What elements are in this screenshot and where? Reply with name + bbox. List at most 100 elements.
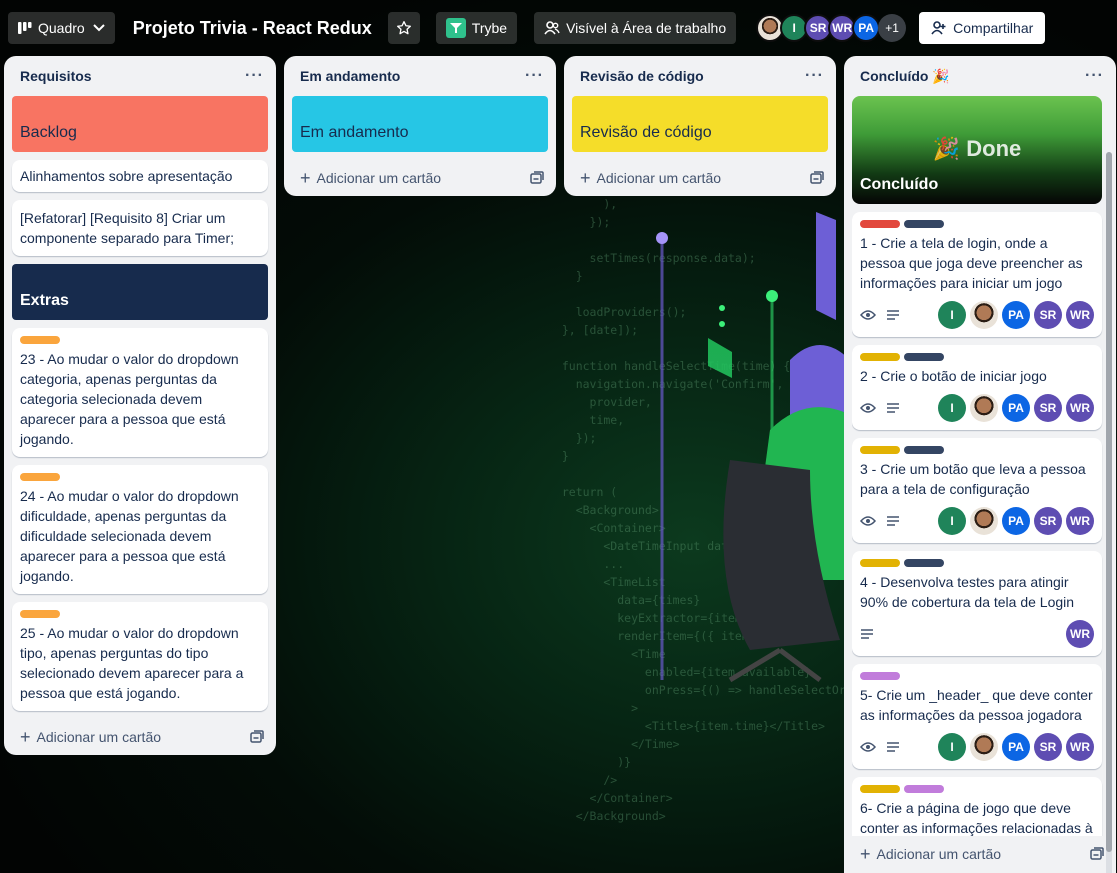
label-yellow[interactable] bbox=[860, 353, 900, 361]
card[interactable]: 5- Crie um _header_ que deve conter as i… bbox=[852, 664, 1102, 769]
label-navy[interactable] bbox=[904, 353, 944, 361]
member-avatar[interactable] bbox=[970, 507, 998, 535]
card[interactable]: 24 - Ao mudar o valor do dropdown dificu… bbox=[12, 465, 268, 594]
list-title[interactable]: Concluído 🎉 bbox=[860, 68, 950, 85]
member-avatar[interactable] bbox=[970, 733, 998, 761]
member-avatar[interactable] bbox=[970, 394, 998, 422]
card[interactable]: 25 - Ao mudar o valor do dropdown tipo, … bbox=[12, 602, 268, 711]
label-yellow[interactable] bbox=[860, 559, 900, 567]
label-orange[interactable] bbox=[20, 336, 60, 344]
list-menu-icon[interactable]: ··· bbox=[525, 67, 544, 85]
add-card-button[interactable]: + Adicionar um cartão bbox=[852, 836, 1108, 872]
member-avatar[interactable] bbox=[970, 301, 998, 329]
card[interactable]: 6- Crie a página de jogo que deve conter… bbox=[852, 777, 1102, 836]
more-members-button[interactable]: +1 bbox=[878, 14, 907, 42]
member-avatar[interactable]: PA bbox=[1002, 507, 1030, 535]
description-icon bbox=[886, 309, 900, 321]
card[interactable]: Alinhamentos sobre apresentação bbox=[12, 160, 268, 192]
card-template-icon[interactable] bbox=[810, 171, 824, 185]
chevron-down-icon bbox=[92, 24, 105, 32]
card-title: 25 - Ao mudar o valor do dropdown tipo, … bbox=[20, 625, 244, 701]
label-purple[interactable] bbox=[860, 672, 900, 680]
member-avatar[interactable]: I bbox=[938, 301, 966, 329]
member-avatar[interactable]: PA bbox=[1002, 394, 1030, 422]
star-board-button[interactable] bbox=[387, 12, 420, 44]
label-yellow[interactable] bbox=[860, 446, 900, 454]
card-title: Backlog bbox=[20, 124, 77, 141]
member-avatar[interactable]: I bbox=[938, 394, 966, 422]
workspace-label: Trybe bbox=[471, 20, 508, 36]
eye-icon bbox=[860, 741, 876, 753]
card[interactable]: [Refatorar] [Requisito 8] Criar um compo… bbox=[12, 200, 268, 256]
member-avatar[interactable]: WR bbox=[1066, 733, 1094, 761]
card[interactable]: 4 - Desenvolva testes para atingir 90% d… bbox=[852, 551, 1102, 656]
member-avatar[interactable]: PA bbox=[1002, 733, 1030, 761]
cover-card-backlog[interactable]: Backlog bbox=[12, 96, 268, 152]
list-menu-icon[interactable]: ··· bbox=[805, 67, 824, 85]
member-avatar[interactable]: SR bbox=[1034, 507, 1062, 535]
card-title: Extras bbox=[20, 292, 69, 309]
member-avatar[interactable]: WR bbox=[1066, 620, 1094, 648]
card-template-icon[interactable] bbox=[530, 171, 544, 185]
member-avatar[interactable]: SR bbox=[1034, 301, 1062, 329]
add-card-label: Adicionar um cartão bbox=[316, 170, 442, 186]
list-scrollbar[interactable] bbox=[1106, 152, 1112, 873]
share-button[interactable]: Compartilhar bbox=[919, 12, 1046, 44]
cover-card-extras[interactable]: Extras bbox=[12, 264, 268, 320]
description-icon bbox=[886, 402, 900, 414]
add-card-button[interactable]: + Adicionar um cartão bbox=[292, 160, 548, 196]
member-avatar[interactable]: I bbox=[938, 733, 966, 761]
cover-card-done[interactable]: 🎉 Done Concluído bbox=[852, 96, 1102, 204]
add-card-button[interactable]: + Adicionar um cartão bbox=[572, 160, 828, 196]
card[interactable]: 2 - Crie o botão de iniciar jogo I PA SR… bbox=[852, 345, 1102, 430]
member-avatar[interactable]: WR bbox=[1066, 301, 1094, 329]
cover-card-em-andamento[interactable]: Em andamento bbox=[292, 96, 548, 152]
list-title[interactable]: Revisão de código bbox=[580, 68, 704, 84]
member-avatar[interactable]: WR bbox=[1066, 507, 1094, 535]
workspace-button[interactable]: Trybe bbox=[435, 12, 518, 44]
add-person-icon bbox=[931, 20, 947, 36]
card[interactable]: 23 - Ao mudar o valor do dropdown catego… bbox=[12, 328, 268, 457]
label-red[interactable] bbox=[860, 220, 900, 228]
list-header: Concluído 🎉 ··· bbox=[852, 56, 1108, 96]
view-switcher-label: Quadro bbox=[38, 20, 85, 36]
list-concluido: Concluído 🎉 ··· 🎉 Done Concluído 1 - Cri… bbox=[844, 56, 1116, 873]
label-navy[interactable] bbox=[904, 446, 944, 454]
board-members: I SR WR PA +1 bbox=[756, 14, 907, 42]
card[interactable]: 1 - Crie a tela de login, onde a pessoa … bbox=[852, 212, 1102, 337]
label-purple[interactable] bbox=[904, 785, 944, 793]
add-card-button[interactable]: + Adicionar um cartão bbox=[12, 719, 268, 755]
member-avatar[interactable]: SR bbox=[1034, 733, 1062, 761]
list-menu-icon[interactable]: ··· bbox=[245, 67, 264, 85]
member-avatar[interactable]: SR bbox=[1034, 394, 1062, 422]
card[interactable]: 3 - Crie um botão que leva a pessoa para… bbox=[852, 438, 1102, 543]
list-title[interactable]: Em andamento bbox=[300, 68, 400, 84]
card-title: 24 - Ao mudar o valor do dropdown dificu… bbox=[20, 488, 239, 584]
eye-icon bbox=[860, 402, 876, 414]
label-navy[interactable] bbox=[904, 559, 944, 567]
card-template-icon[interactable] bbox=[250, 730, 264, 744]
member-avatar[interactable]: WR bbox=[1066, 394, 1094, 422]
visibility-button[interactable]: Visível à Área de trabalho bbox=[534, 12, 737, 44]
view-switcher-button[interactable]: Quadro bbox=[8, 12, 115, 44]
label-orange[interactable] bbox=[20, 473, 60, 481]
member-avatar[interactable]: PA bbox=[1002, 301, 1030, 329]
trybe-logo-icon bbox=[445, 18, 466, 38]
done-cover-image-text: 🎉 Done bbox=[932, 136, 1022, 161]
label-navy[interactable] bbox=[904, 220, 944, 228]
card-template-icon[interactable] bbox=[1090, 847, 1104, 861]
card-title: 3 - Crie um botão que leva a pessoa para… bbox=[860, 461, 1086, 497]
member-avatar[interactable]: I bbox=[938, 507, 966, 535]
list-header: Requisitos ··· bbox=[12, 56, 268, 96]
board-header: Quadro Projeto Trivia - React Redux Tryb… bbox=[0, 0, 1117, 56]
background-illustration bbox=[656, 212, 860, 683]
list-revisao-de-codigo: Revisão de código ··· Revisão de código … bbox=[564, 56, 836, 196]
list-menu-icon[interactable]: ··· bbox=[1085, 67, 1104, 85]
label-yellow[interactable] bbox=[860, 785, 900, 793]
scrollbar-thumb[interactable] bbox=[1106, 152, 1112, 852]
member-avatar[interactable]: PA bbox=[852, 14, 881, 42]
list-title[interactable]: Requisitos bbox=[20, 68, 92, 84]
cover-card-revisao[interactable]: Revisão de código bbox=[572, 96, 828, 152]
board-title[interactable]: Projeto Trivia - React Redux bbox=[133, 18, 372, 39]
label-orange[interactable] bbox=[20, 610, 60, 618]
